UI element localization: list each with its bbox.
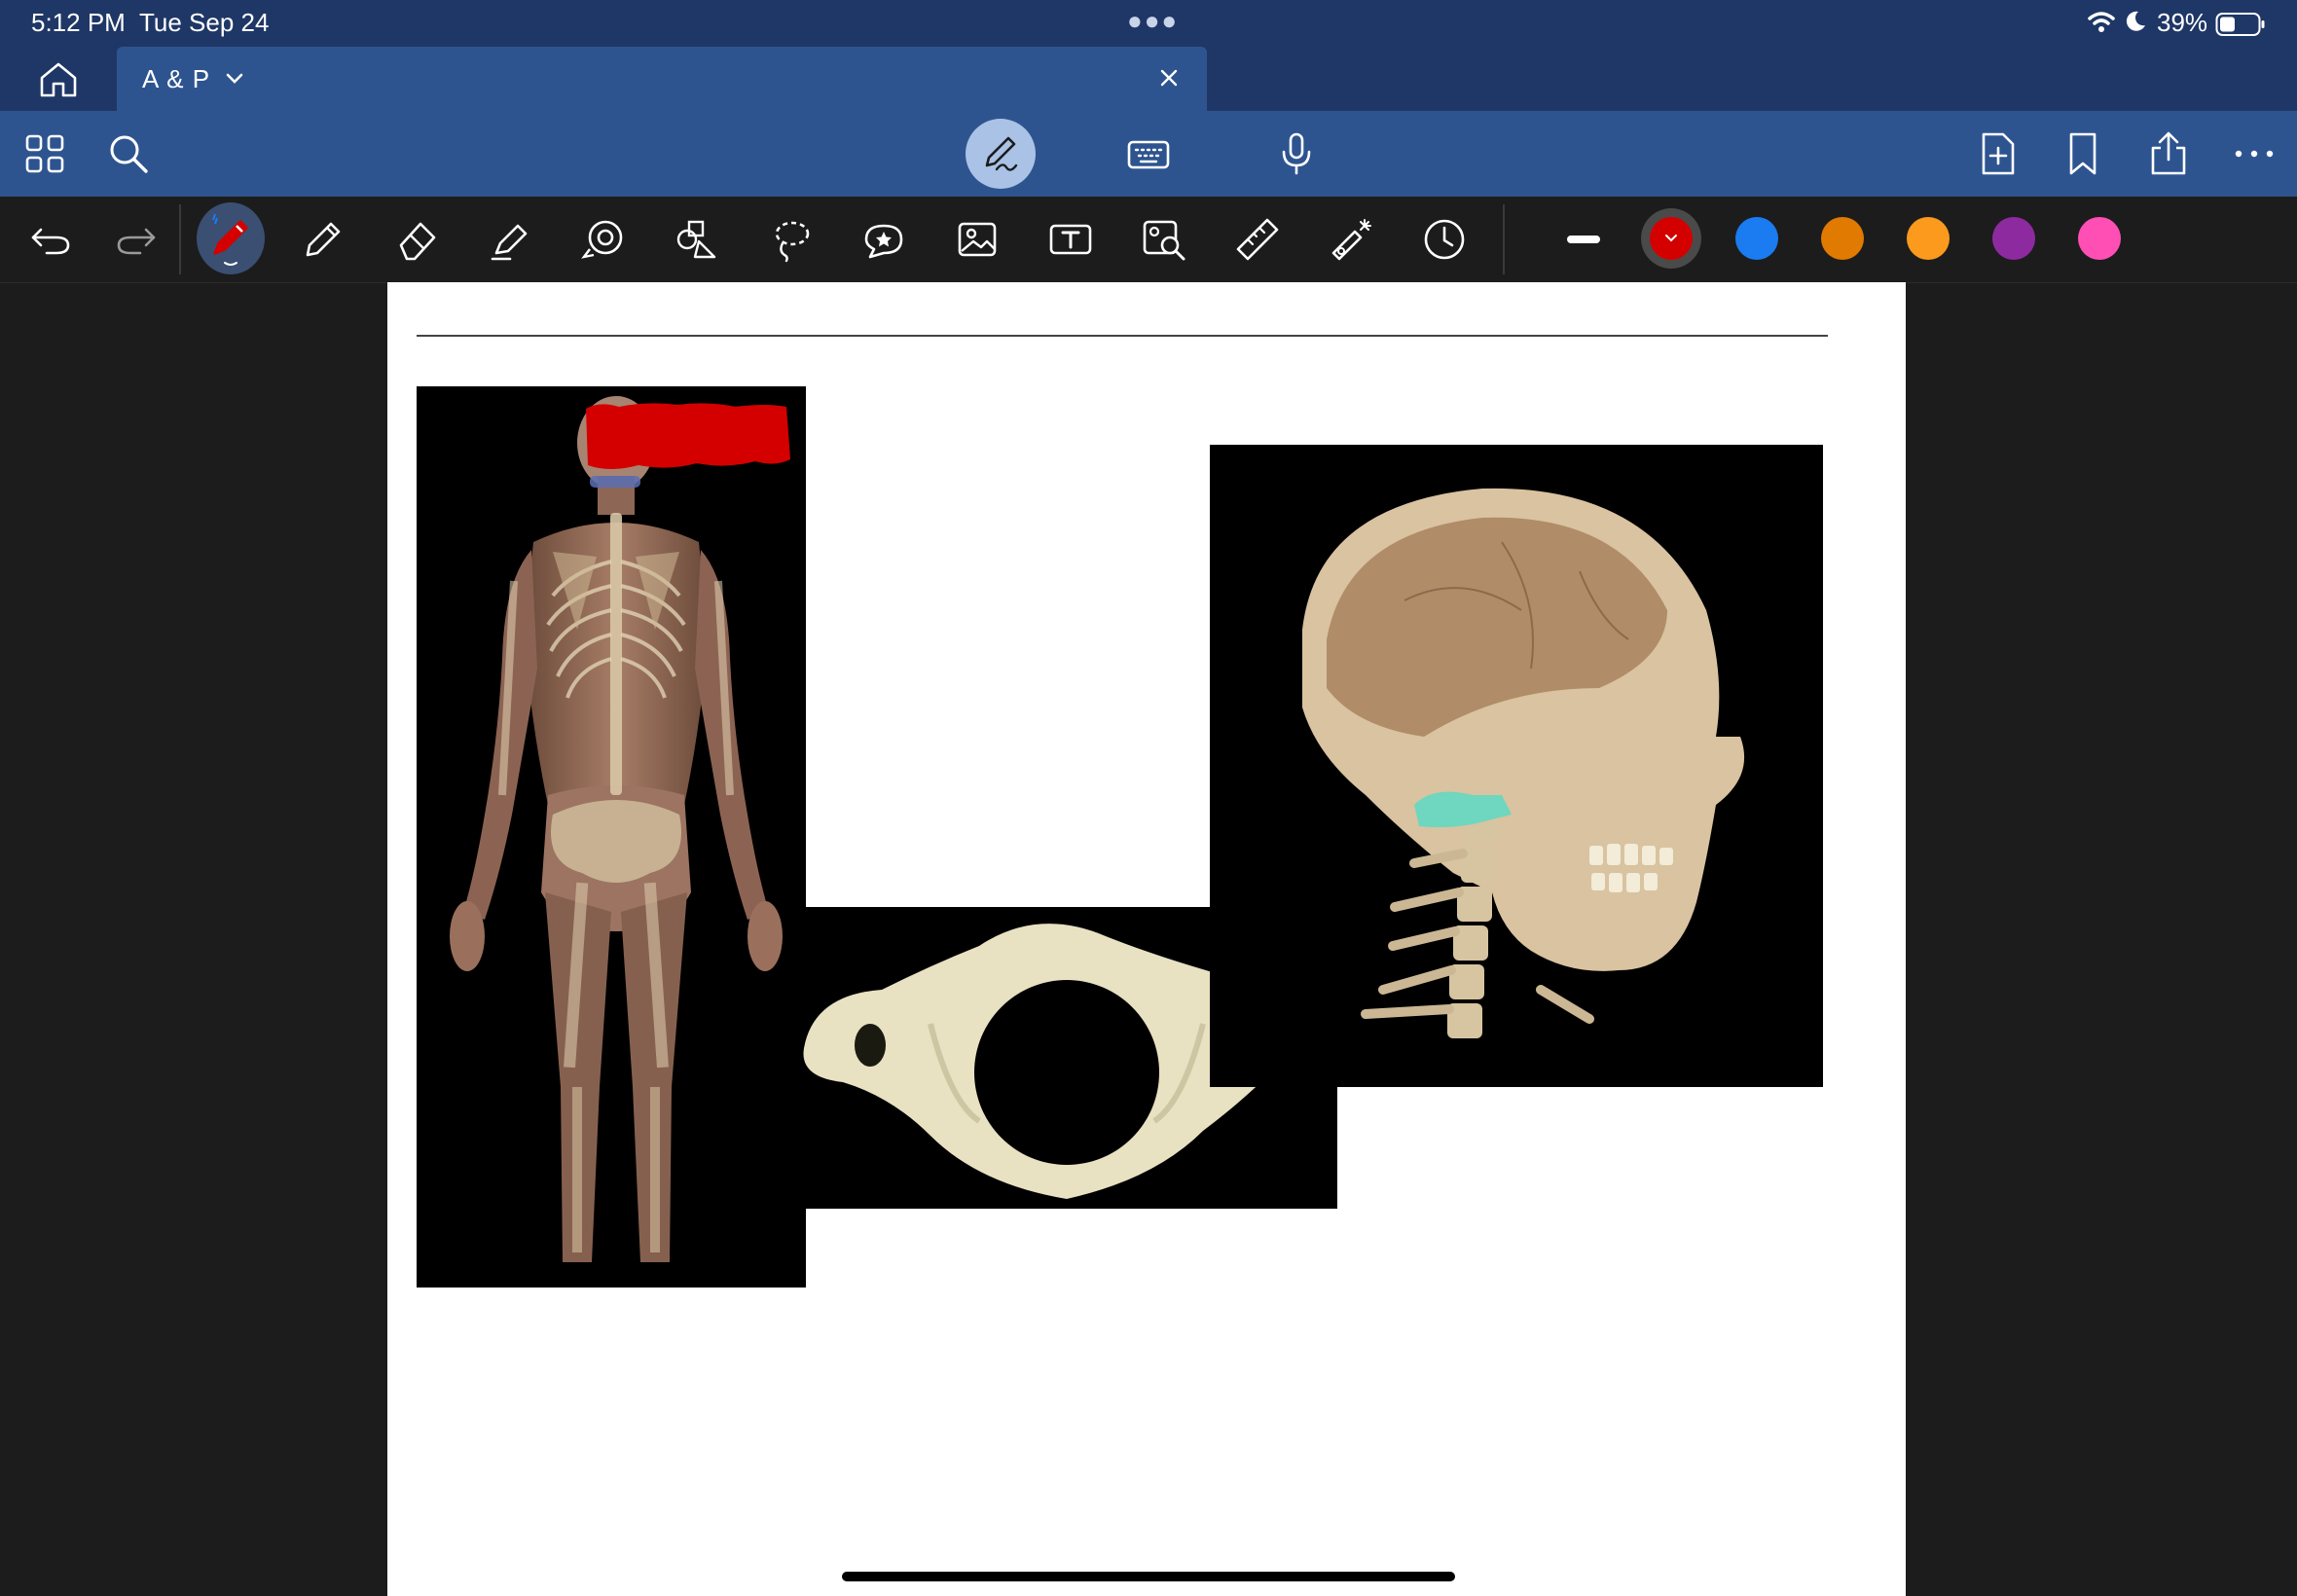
- stickers-icon[interactable]: [860, 216, 907, 263]
- grid-icon[interactable]: [21, 130, 68, 177]
- red-ink-annotation[interactable]: [580, 399, 794, 496]
- home-indicator[interactable]: [842, 1572, 1455, 1581]
- multitasking-dots-icon[interactable]: ●●●: [1127, 6, 1179, 36]
- more-icon[interactable]: [2231, 130, 2278, 177]
- moon-icon: [2126, 11, 2145, 31]
- tab-bar: A & P: [0, 47, 2297, 111]
- stroke-width-option[interactable]: [1567, 236, 1600, 243]
- battery-icon: [2215, 13, 2265, 36]
- pencil-icon[interactable]: [300, 216, 346, 263]
- image-search-icon[interactable]: [1141, 216, 1187, 263]
- laser-pointer-icon[interactable]: [1328, 216, 1374, 263]
- fountain-pen-icon: [212, 213, 248, 266]
- shapes-icon[interactable]: [580, 216, 627, 263]
- text-box-icon[interactable]: [1047, 216, 1094, 263]
- wifi-icon: [2088, 12, 2115, 32]
- status-date: Tue Sep 24: [139, 8, 270, 37]
- pen-mode-button[interactable]: [966, 119, 1036, 189]
- add-page-icon[interactable]: [1974, 130, 2021, 177]
- home-icon[interactable]: [37, 60, 80, 99]
- color-swatch-red[interactable]: [1650, 217, 1693, 260]
- chevron-down-icon[interactable]: [224, 64, 245, 91]
- skull-figure: [1302, 488, 1745, 1038]
- main-toolbar: [0, 111, 2297, 197]
- tab-notebook[interactable]: A & P: [117, 47, 1207, 111]
- ruler-icon[interactable]: [1234, 216, 1281, 263]
- skeleton-figure: [450, 396, 783, 1262]
- pen-tool-button[interactable]: [197, 202, 265, 274]
- toolbar-divider: [179, 204, 181, 274]
- redo-icon[interactable]: [113, 216, 160, 263]
- elements-icon[interactable]: [674, 216, 720, 263]
- lasso-icon[interactable]: [767, 216, 814, 263]
- eraser-icon[interactable]: [393, 216, 440, 263]
- skeleton-posterior-image[interactable]: [417, 386, 806, 1288]
- image-icon[interactable]: [954, 216, 1001, 263]
- color-swatch-pink[interactable]: [2078, 217, 2121, 260]
- status-bar: 5:12 PM Tue Sep 24 ●●● 39%: [0, 0, 2297, 47]
- handwriting-pen-icon: [985, 136, 1018, 171]
- notebook-page[interactable]: [387, 282, 1906, 1596]
- pen-toolbar: [0, 197, 2297, 283]
- search-icon[interactable]: [105, 130, 152, 177]
- color-swatch-orange[interactable]: [1907, 217, 1950, 260]
- microphone-icon[interactable]: [1273, 130, 1320, 177]
- highlighter-icon[interactable]: [487, 216, 533, 263]
- undo-icon[interactable]: [27, 216, 74, 263]
- status-time: 5:12 PM: [31, 8, 126, 37]
- color-swatch-purple[interactable]: [1992, 217, 2035, 260]
- toolbar-divider: [1503, 204, 1505, 274]
- bookmark-icon[interactable]: [2060, 130, 2106, 177]
- skull-sagittal-image[interactable]: [1210, 445, 1823, 1087]
- color-swatch-blue[interactable]: [1735, 217, 1778, 260]
- color-swatch-dark-orange[interactable]: [1821, 217, 1864, 260]
- keyboard-icon[interactable]: [1125, 130, 1172, 177]
- chevron-down-icon: [1665, 235, 1677, 242]
- battery-percent: 39%: [2157, 8, 2208, 37]
- tab-title: A & P: [142, 64, 211, 93]
- share-icon[interactable]: [2145, 130, 2192, 177]
- close-icon[interactable]: [1156, 65, 1182, 91]
- history-clock-icon[interactable]: [1421, 216, 1468, 263]
- page-header-rule: [417, 335, 1828, 337]
